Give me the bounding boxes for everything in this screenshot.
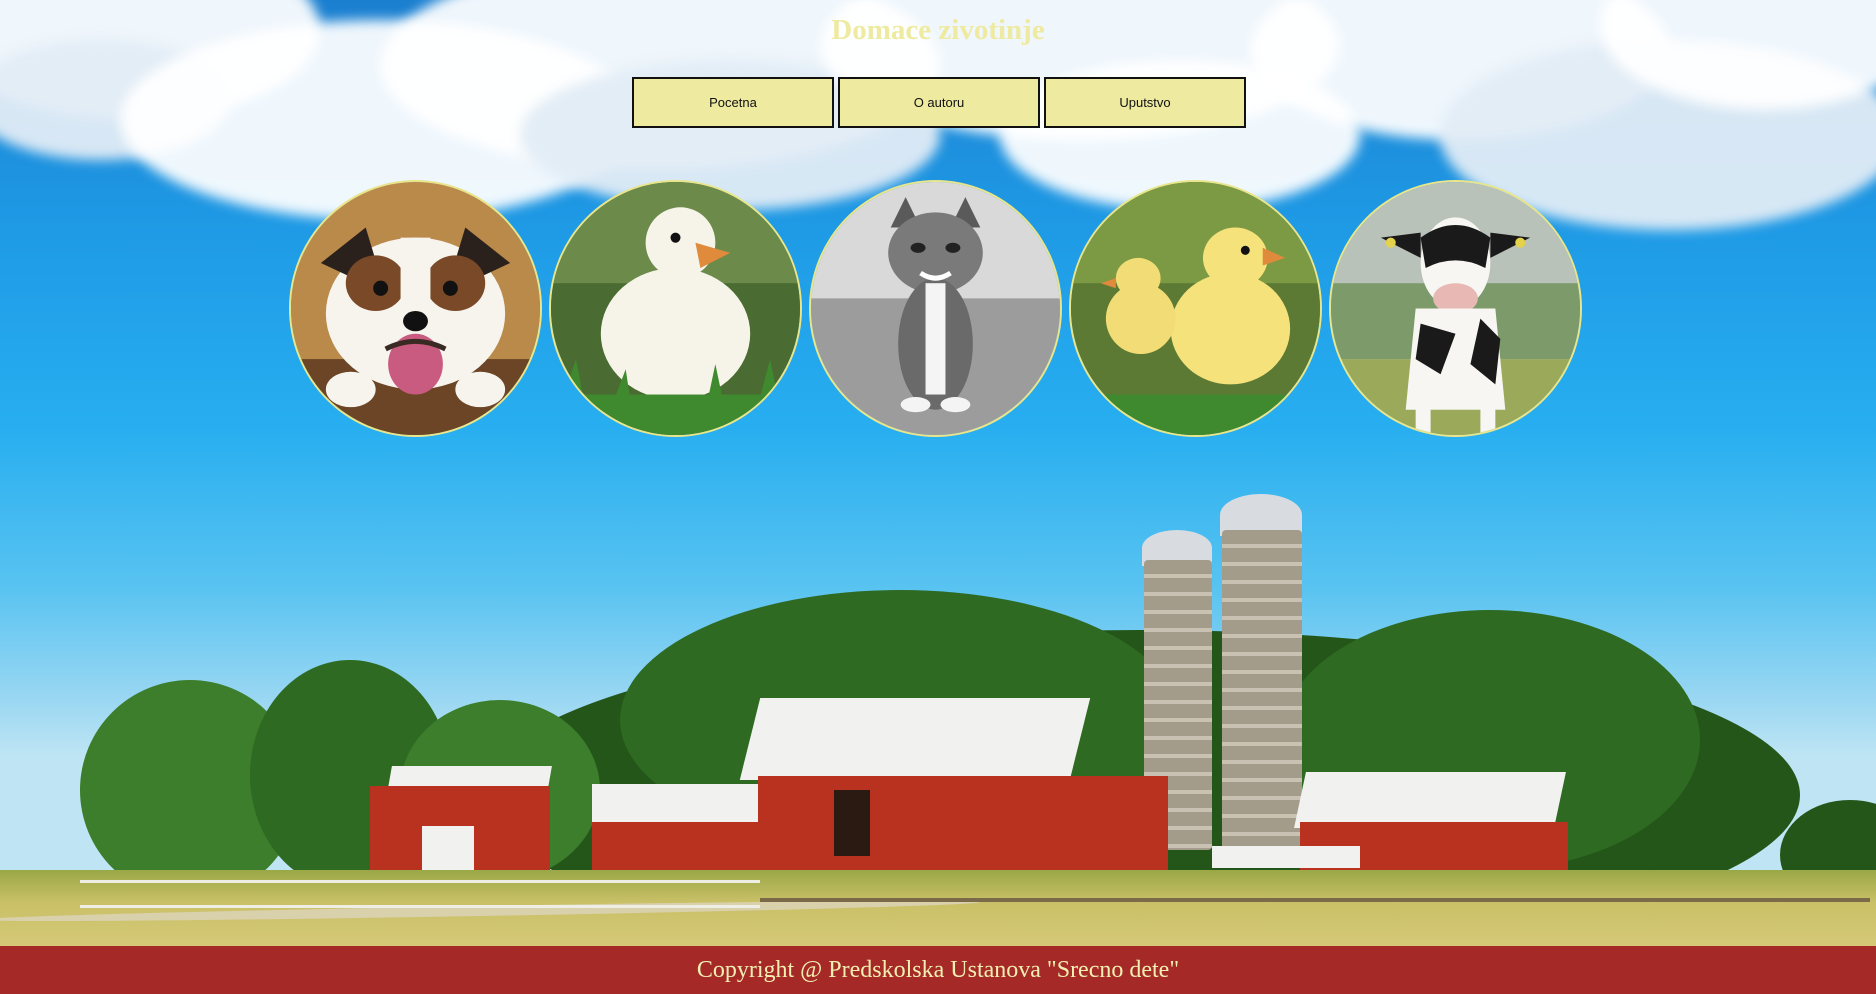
copyright-text: Copyright @ Predskolska Ustanova "Srecno… xyxy=(696,956,1180,983)
kitten-image[interactable] xyxy=(809,180,1062,437)
barn-roof xyxy=(1212,846,1360,868)
nav-button-o-autoru[interactable]: O autoru xyxy=(838,77,1040,128)
chicks-image[interactable] xyxy=(1069,180,1322,437)
animal-gallery xyxy=(289,180,1582,437)
chicks-illustration xyxy=(1071,182,1320,435)
farm-background xyxy=(0,0,1876,946)
duckling-illustration xyxy=(551,182,800,435)
main-nav: Pocetna O autoru Uputstvo xyxy=(632,77,1246,128)
fence xyxy=(760,898,1870,902)
nav-button-uputstvo[interactable]: Uputstvo xyxy=(1044,77,1246,128)
silo xyxy=(1222,530,1302,850)
dog-image[interactable] xyxy=(289,180,542,437)
barn-roof xyxy=(388,766,552,788)
shed xyxy=(592,822,758,874)
cow-illustration xyxy=(1331,182,1580,435)
dog-illustration xyxy=(291,182,540,435)
duckling-image[interactable] xyxy=(549,180,802,437)
cow-image[interactable] xyxy=(1329,180,1582,437)
nav-button-pocetna[interactable]: Pocetna xyxy=(632,77,834,128)
shed-roof xyxy=(592,784,758,824)
barn-roof xyxy=(739,698,1091,780)
barn-roof xyxy=(1294,772,1566,828)
barn-door xyxy=(834,790,870,856)
kitten-illustration xyxy=(811,182,1060,435)
page-title: Domace zivotinje xyxy=(831,14,1045,46)
fence xyxy=(80,880,760,908)
footer: Copyright @ Predskolska Ustanova "Srecno… xyxy=(0,946,1876,994)
